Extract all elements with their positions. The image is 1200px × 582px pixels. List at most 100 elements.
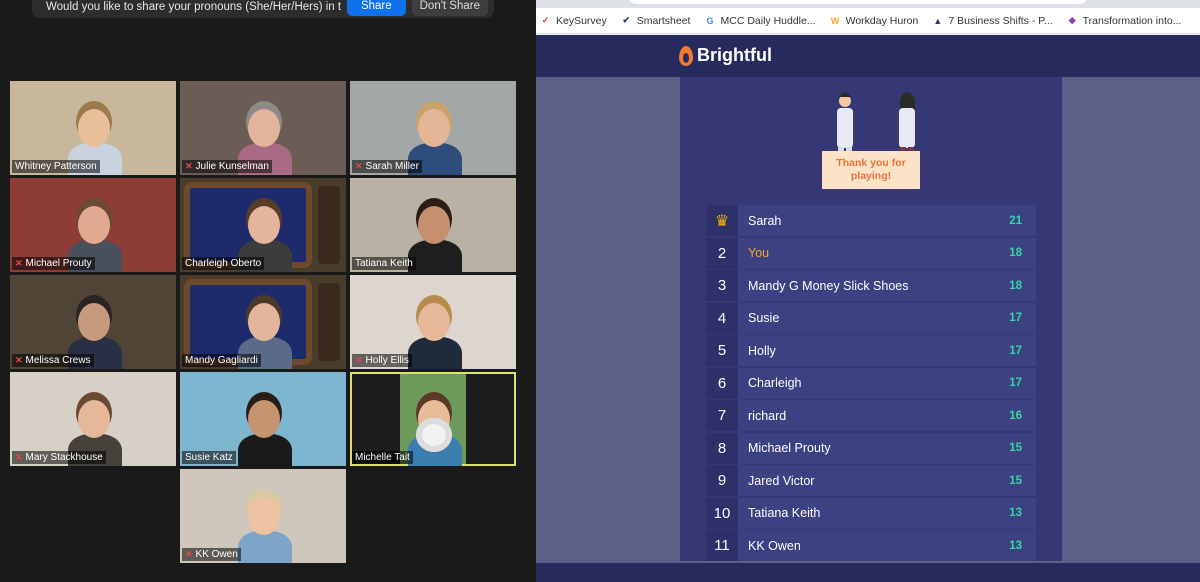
participant-name-label: ✕ Michael Prouty	[12, 257, 95, 270]
browser-window: ✓ KeySurvey ✔ Smartsheet G MCC Daily Huddle..…	[536, 0, 1200, 582]
participant-head	[248, 303, 280, 341]
participant-head	[248, 400, 280, 438]
bookmark-item[interactable]: G MCC Daily Huddle...	[704, 15, 815, 27]
keysurvey-icon: ✓	[541, 15, 550, 25]
video-tile[interactable]: ✕ Holly Ellis	[350, 275, 516, 369]
leaderboard-row: 11 KK Owen 13	[706, 530, 1036, 561]
video-tile[interactable]: ✕ Sarah Miller	[350, 81, 516, 175]
participant-name-label: ✕ KK Owen	[182, 548, 241, 561]
player-name: Susie	[748, 311, 780, 325]
rank-number: 9	[706, 465, 738, 496]
player-name: Jared Victor	[748, 473, 815, 488]
participant-body	[408, 337, 462, 369]
leaderboard-row: 9 Jared Victor 15	[706, 465, 1036, 496]
player-score: 15	[1009, 474, 1022, 487]
player-score: 16	[1009, 409, 1022, 422]
player-name: Charleigh	[748, 376, 802, 390]
video-tile[interactable]: Susie Katz	[180, 372, 346, 466]
participant-name: Sarah Miller	[365, 161, 419, 172]
pronoun-share-prompt: Would you like to share your pronouns (S…	[32, 0, 494, 18]
participant-name-label: ✕ Julie Kunselman	[182, 160, 272, 173]
toolbar	[536, 0, 1200, 8]
video-tile[interactable]: ✕ Mary Stackhouse	[10, 372, 176, 466]
participant-name: Mandy Gagliardi	[185, 355, 258, 366]
bookmark-item[interactable]: ▲ 7 Business Shifts - P...	[932, 15, 1052, 27]
muted-mic-icon: ✕	[15, 452, 23, 462]
dog	[416, 418, 452, 452]
bookmark-item[interactable]: W Workday Huron	[830, 15, 919, 27]
participant-name-label: Michelle Tait	[352, 451, 413, 464]
video-tile[interactable]: Mandy Gagliardi	[180, 275, 346, 369]
rank-number: 3	[706, 270, 738, 301]
muted-mic-icon: ✕	[185, 161, 193, 171]
video-tile[interactable]: Charleigh Oberto	[180, 178, 346, 272]
participant-name: Charleigh Oberto	[185, 258, 262, 269]
participant-name: Melissa Crews	[25, 355, 91, 366]
leaderboard-row: 3 Mandy G Money Slick Shoes 18	[706, 270, 1036, 301]
dont-share-button[interactable]: Don't Share	[411, 0, 488, 16]
participant-head	[418, 109, 450, 147]
bookmark-label: Smartsheet	[636, 14, 691, 27]
bookmark-item[interactable]: ✓ KeySurvey	[540, 15, 607, 27]
share-button[interactable]: Share	[346, 0, 406, 16]
muted-mic-icon: ✕	[355, 161, 363, 171]
video-tile[interactable]: Michelle Tait	[350, 372, 516, 466]
screen: Would you like to share your pronouns (S…	[0, 0, 1200, 582]
player-cell: KK Owen 13	[738, 530, 1036, 561]
video-tile[interactable]: Tatiana Keith	[350, 178, 516, 272]
address-bar[interactable]	[628, 0, 1088, 4]
participant-body	[238, 531, 292, 563]
participant-name: Holly Ellis	[365, 355, 409, 366]
participant-name-label: ✕ Holly Ellis	[352, 354, 412, 367]
player-cell: Mandy G Money Slick Shoes 18	[738, 270, 1036, 301]
participant-name-label: Tatiana Keith	[352, 257, 416, 270]
player-score: 18	[1009, 279, 1022, 292]
google-icon: G	[706, 15, 714, 26]
leaderboard-row: 5 Holly 17	[706, 335, 1036, 366]
muted-mic-icon: ✕	[15, 258, 23, 268]
rank-number: 5	[706, 335, 738, 366]
player-name: You	[748, 246, 770, 260]
brightful-logo[interactable]: Brightful	[679, 45, 772, 66]
video-tile[interactable]: ✕ Julie Kunselman	[180, 81, 346, 175]
participant-name-label: ✕ Mary Stackhouse	[12, 451, 106, 464]
participant-name: Mary Stackhouse	[25, 452, 103, 463]
muted-mic-icon: ✕	[15, 355, 23, 365]
bookmark-label: 7 Business Shifts - P...	[948, 14, 1053, 27]
bookmark-item[interactable]: ✔ Smartsheet	[621, 15, 691, 27]
leaderboard-row: 7 richard 16	[706, 400, 1036, 431]
participant-name-label: ✕ Melissa Crews	[12, 354, 94, 367]
participant-head	[78, 206, 110, 244]
participant-name: Michael Prouty	[25, 258, 92, 269]
tv-knobs	[318, 186, 340, 264]
player-name: Tatiana Keith	[748, 506, 821, 520]
bookmarks-bar: ✓ KeySurvey ✔ Smartsheet G MCC Daily Huddle..…	[536, 8, 1200, 34]
video-tile[interactable]: Whitney Patterson	[10, 81, 176, 175]
trophy-icon: ♛	[714, 212, 730, 230]
player-cell: Susie 17	[738, 302, 1036, 334]
site-header: Brightful	[536, 35, 1200, 77]
leaderboard-row: 2 You 18	[706, 237, 1036, 269]
player-cell: Charleigh 17	[738, 367, 1036, 399]
participant-name-label: Mandy Gagliardi	[182, 354, 261, 367]
leaderboard-row: 10 Tatiana Keith 13	[706, 497, 1036, 529]
player-name: Holly	[748, 343, 776, 358]
rank-number: 6	[706, 367, 738, 399]
leaderboard-row: ♛ Sarah 21	[706, 205, 1036, 236]
bookmark-item[interactable]: ◆ Transformation into...	[1067, 15, 1182, 27]
rank-number: 11	[706, 530, 738, 561]
leaderboard-row: 4 Susie 17	[706, 302, 1036, 334]
player-cell: richard 16	[738, 400, 1036, 431]
participant-head	[418, 206, 450, 244]
rank-trophy: ♛	[706, 205, 738, 236]
player-score: 17	[1009, 344, 1022, 357]
video-tile[interactable]: ✕ KK Owen	[180, 469, 346, 563]
participant-name: Susie Katz	[185, 452, 233, 463]
player-score: 17	[1009, 377, 1022, 389]
video-tile[interactable]: ✕ Michael Prouty	[10, 178, 176, 272]
video-tile[interactable]: ✕ Melissa Crews	[10, 275, 176, 369]
participant-name-label: Charleigh Oberto	[182, 257, 265, 270]
participant-name-label: ✕ Sarah Miller	[352, 160, 422, 173]
participant-name: Tatiana Keith	[355, 258, 413, 269]
player-score: 13	[1009, 539, 1022, 552]
